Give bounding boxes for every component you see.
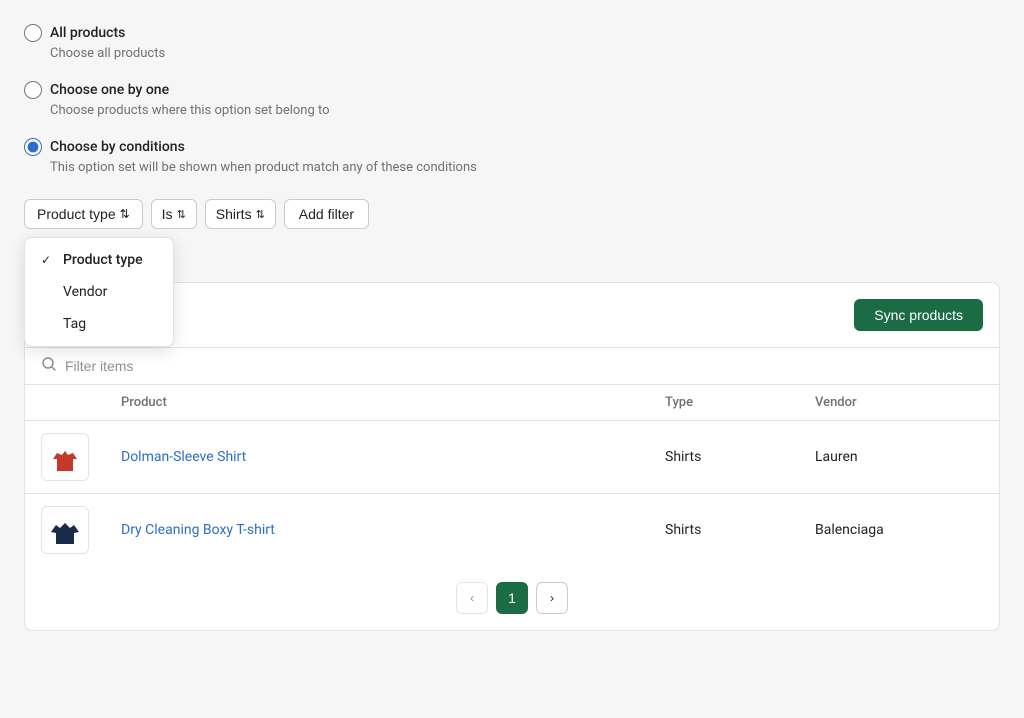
product-name-cell: Dry Cleaning Boxy T-shirt bbox=[105, 494, 649, 567]
dropdown-item-label: Product type bbox=[63, 252, 143, 268]
col-header-product: Product bbox=[105, 385, 649, 421]
product-thumbnail bbox=[41, 506, 89, 554]
radio-one-desc: Choose products where this option set be… bbox=[50, 103, 1000, 118]
add-filter-label: Add filter bbox=[299, 206, 354, 222]
search-input[interactable] bbox=[65, 358, 983, 374]
filter-type-menu: ✓ Product type Vendor Tag bbox=[24, 237, 174, 347]
sync-products-button[interactable]: Sync products bbox=[854, 299, 983, 331]
product-selection-options: All products Choose all products Choose … bbox=[24, 24, 1000, 175]
pagination: ‹ 1 › bbox=[25, 566, 999, 630]
page-1-button[interactable]: 1 bbox=[496, 582, 528, 614]
search-icon bbox=[41, 356, 57, 376]
col-header-vendor: Vendor bbox=[799, 385, 999, 421]
dropdown-item-product-type[interactable]: ✓ Product type bbox=[25, 244, 173, 276]
page-1-label: 1 bbox=[508, 590, 516, 606]
radio-all-label: All products bbox=[50, 25, 125, 41]
products-table: Product Type Vendor Dolman-Sleeve Shirt S… bbox=[25, 385, 999, 566]
chevron-down-icon: ⇅ bbox=[120, 207, 130, 221]
filter-row: Product type ⇅ ✓ Product type Vendor Tag bbox=[24, 199, 1000, 229]
product-thumbnail-cell bbox=[25, 421, 105, 494]
updown-icon: ⇅ bbox=[256, 208, 265, 221]
product-type-cell: Shirts bbox=[649, 421, 799, 494]
radio-conditions-desc: This option set will be shown when produ… bbox=[50, 160, 1000, 175]
product-name-link[interactable]: Dry Cleaning Boxy T-shirt bbox=[121, 522, 275, 538]
radio-all[interactable] bbox=[24, 24, 42, 42]
search-bar bbox=[25, 347, 999, 385]
radio-all-desc: Choose all products bbox=[50, 46, 1000, 61]
product-vendor-cell: Balenciaga bbox=[799, 494, 999, 567]
next-page-button[interactable]: › bbox=[536, 582, 568, 614]
col-header-type: Type bbox=[649, 385, 799, 421]
filter-value-select[interactable]: Shirts ⇅ bbox=[205, 199, 276, 229]
product-thumbnail bbox=[41, 433, 89, 481]
radio-option-conditions: Choose by conditions This option set wil… bbox=[24, 138, 1000, 175]
updown-icon: ⇅ bbox=[177, 208, 186, 221]
checkmark-icon: ✓ bbox=[41, 253, 55, 267]
radio-option-all: All products Choose all products bbox=[24, 24, 1000, 61]
product-vendor-cell: Lauren bbox=[799, 421, 999, 494]
chevron-left-icon: ‹ bbox=[470, 591, 474, 605]
radio-option-one: Choose one by one Choose products where … bbox=[24, 81, 1000, 118]
product-type-cell: Shirts bbox=[649, 494, 799, 567]
table-row: Dolman-Sleeve Shirt ShirtsLauren bbox=[25, 421, 999, 494]
filter-type-dropdown[interactable]: Product type ⇅ bbox=[24, 199, 143, 229]
prev-page-button[interactable]: ‹ bbox=[456, 582, 488, 614]
filter-value-label: Shirts bbox=[216, 206, 252, 222]
add-filter-button[interactable]: Add filter bbox=[284, 199, 369, 229]
product-name-link[interactable]: Dolman-Sleeve Shirt bbox=[121, 449, 246, 465]
product-name-cell: Dolman-Sleeve Shirt bbox=[105, 421, 649, 494]
radio-one-label: Choose one by one bbox=[50, 82, 169, 98]
filter-operator-select[interactable]: Is ⇅ bbox=[151, 199, 197, 229]
radio-conditions[interactable] bbox=[24, 138, 42, 156]
filter-operator-label: Is bbox=[162, 206, 173, 222]
dropdown-item-vendor[interactable]: Vendor bbox=[25, 276, 173, 308]
col-header-thumbnail bbox=[25, 385, 105, 421]
dropdown-item-label: Vendor bbox=[63, 284, 107, 300]
dropdown-item-tag[interactable]: Tag bbox=[25, 308, 173, 340]
radio-one[interactable] bbox=[24, 81, 42, 99]
filter-type-label: Product type bbox=[37, 206, 116, 222]
dropdown-item-label: Tag bbox=[63, 316, 86, 332]
table-row: Dry Cleaning Boxy T-shirt ShirtsBalenciag… bbox=[25, 494, 999, 567]
chevron-right-icon: › bbox=[550, 591, 554, 605]
product-thumbnail-cell bbox=[25, 494, 105, 567]
radio-conditions-label: Choose by conditions bbox=[50, 139, 185, 155]
